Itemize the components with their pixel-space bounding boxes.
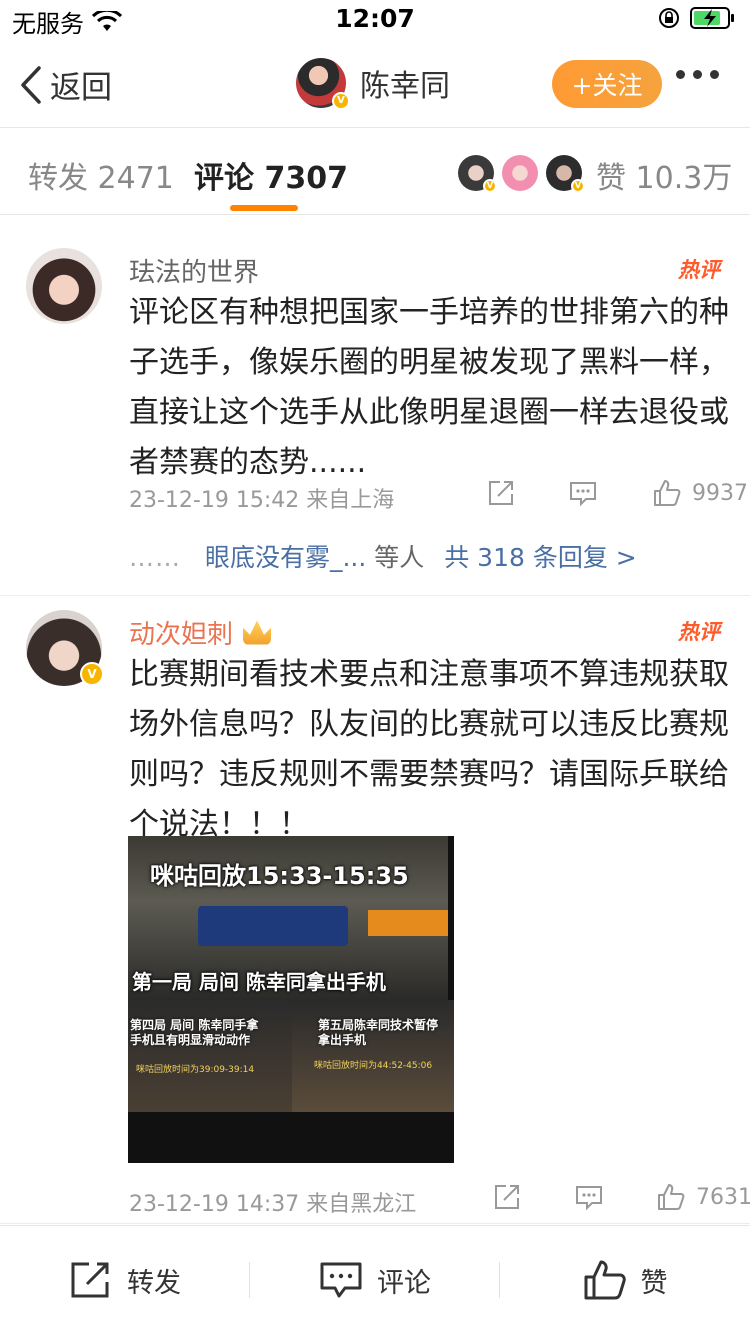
image-frame-top: 咪咕回放15:33-15:35 第一局 局间 陈幸同拿出手机 — [128, 836, 448, 1000]
liker-avatar[interactable]: V — [458, 155, 497, 193]
arena-banner — [368, 910, 448, 936]
status-bar: 无服务 12:07 — [0, 0, 750, 40]
repost-button[interactable]: 转发 — [0, 1226, 250, 1334]
active-tab-indicator — [230, 205, 298, 211]
comment-text: 比赛期间看技术要点和注意事项不算违规获取场外信息吗？队友间的比赛就可以违反比赛规… — [129, 657, 729, 842]
like-icon[interactable] — [652, 478, 682, 508]
comment-icon[interactable] — [574, 1182, 604, 1212]
tab-likes[interactable]: 赞 10.3万 — [596, 153, 732, 197]
back-label: 返回 — [50, 70, 112, 106]
repost-label: 转发 — [127, 1267, 181, 1299]
page-title: 陈幸同 — [360, 69, 450, 104]
like-count: 9937 — [692, 480, 748, 506]
status-right — [658, 6, 736, 30]
image-frame-bottom-left: 第四局 局间 陈幸同手拿 手机且有明显滑动动作 咪咕回放时间为39:09-39:… — [128, 1000, 292, 1112]
comment-icon — [320, 1262, 362, 1298]
like-count: 7631 — [696, 1184, 750, 1210]
share-icon — [71, 1262, 109, 1298]
status-time: 12:07 — [335, 4, 415, 33]
comment-actions: 7631 — [492, 1182, 750, 1212]
hot-comment-badge: 热评 — [678, 620, 720, 644]
reply-user-link[interactable]: 眼底没有雾_... — [205, 543, 366, 572]
like-icon[interactable] — [656, 1182, 686, 1212]
avatar[interactable]: V — [26, 610, 104, 686]
image-caption-top: 咪咕回放15:33-15:35 — [150, 862, 409, 890]
comment-button[interactable]: 评论 — [250, 1226, 500, 1334]
image-time-br: 咪咕回放时间为44:52-45:06 — [314, 1061, 433, 1071]
comment-image[interactable]: 咪咕回放15:33-15:35 第一局 局间 陈幸同拿出手机 第四局 局间 陈幸… — [128, 836, 454, 1163]
avatar[interactable]: V — [296, 58, 350, 110]
comment-tabs: 转发 2471 评论 7307 V V 赞 10.3万 — [0, 129, 750, 215]
like-button[interactable]: 赞 — [500, 1226, 750, 1334]
liker-avatars[interactable]: V V — [458, 155, 585, 193]
image-caption-mid: 第一局 局间 陈幸同拿出手机 — [132, 970, 386, 994]
liker-avatar[interactable]: V — [546, 155, 585, 193]
verified-badge-icon: V — [80, 662, 104, 686]
follow-button[interactable]: +关注 — [552, 60, 662, 108]
comment-label: 评论 — [377, 1267, 431, 1299]
comment-item[interactable]: 珐法的世界 热评 评论区有种想把国家一手培养的世排第六的种子选手，像娱乐圈的明星… — [0, 216, 750, 596]
replies-ellipsis: …… — [129, 543, 181, 572]
comment-meta: 23-12-19 15:42 来自上海 — [129, 488, 395, 513]
orientation-lock-icon — [659, 8, 679, 28]
like-label: 赞 — [640, 1267, 668, 1299]
vip-crown-icon — [243, 620, 272, 645]
comment-item[interactable]: V 动次妲刺 热评 比赛期间看技术要点和注意事项不算违规获取场外信息吗？队友间的… — [0, 596, 750, 1224]
liker-avatar[interactable] — [502, 155, 538, 191]
back-button[interactable]: 返回 — [20, 62, 112, 107]
tab-comment[interactable]: 评论 7307 — [194, 153, 348, 197]
nav-profile[interactable]: V 陈幸同 — [296, 58, 450, 110]
share-icon[interactable] — [492, 1182, 522, 1212]
bottom-action-bar: 转发 评论 赞 — [0, 1225, 750, 1334]
comment-text: 评论区有种想把国家一手培养的世排第六的种子选手，像娱乐圈的明星被发现了黑料一样，… — [129, 295, 729, 480]
more-options-icon[interactable] — [676, 70, 719, 79]
view-replies-link[interactable]: 共 318 条回复 > — [444, 543, 637, 572]
comment-username[interactable]: 珐法的世界 — [129, 252, 259, 289]
chevron-left-icon — [21, 65, 41, 104]
share-icon[interactable] — [486, 478, 516, 508]
tab-repost[interactable]: 转发 2471 — [28, 153, 174, 197]
hot-comment-badge: 热评 — [678, 258, 720, 282]
table-tennis-table — [198, 906, 348, 946]
comment-icon[interactable] — [568, 478, 598, 508]
verified-badge-icon: V — [483, 179, 497, 193]
verified-badge-icon: V — [332, 92, 350, 110]
image-frame-bottom-right: 第五局陈幸同技术暂停 拿出手机 咪咕回放时间为44:52-45:06 — [292, 1000, 454, 1112]
comment-actions: 9937 — [486, 478, 748, 508]
image-caption-br: 第五局陈幸同技术暂停 拿出手机 — [318, 1018, 439, 1047]
avatar[interactable] — [26, 248, 102, 324]
nav-bar: 返回 V 陈幸同 +关注 — [0, 40, 750, 128]
replies-summary[interactable]: …… 眼底没有雾_... 等人 共 318 条回复 > — [129, 538, 637, 574]
image-caption-bl: 第四局 局间 陈幸同手拿 手机且有明显滑动动作 — [130, 1018, 259, 1047]
like-icon — [584, 1260, 626, 1300]
replies-others: 等人 — [374, 543, 425, 572]
verified-badge-icon: V — [571, 179, 585, 193]
battery-icon — [690, 7, 734, 29]
comment-meta: 23-12-19 14:37 来自黑龙江 — [129, 1192, 417, 1217]
comment-username[interactable]: 动次妲刺 — [129, 614, 272, 651]
image-time-bl: 咪咕回放时间为39:09-39:14 — [136, 1065, 255, 1075]
